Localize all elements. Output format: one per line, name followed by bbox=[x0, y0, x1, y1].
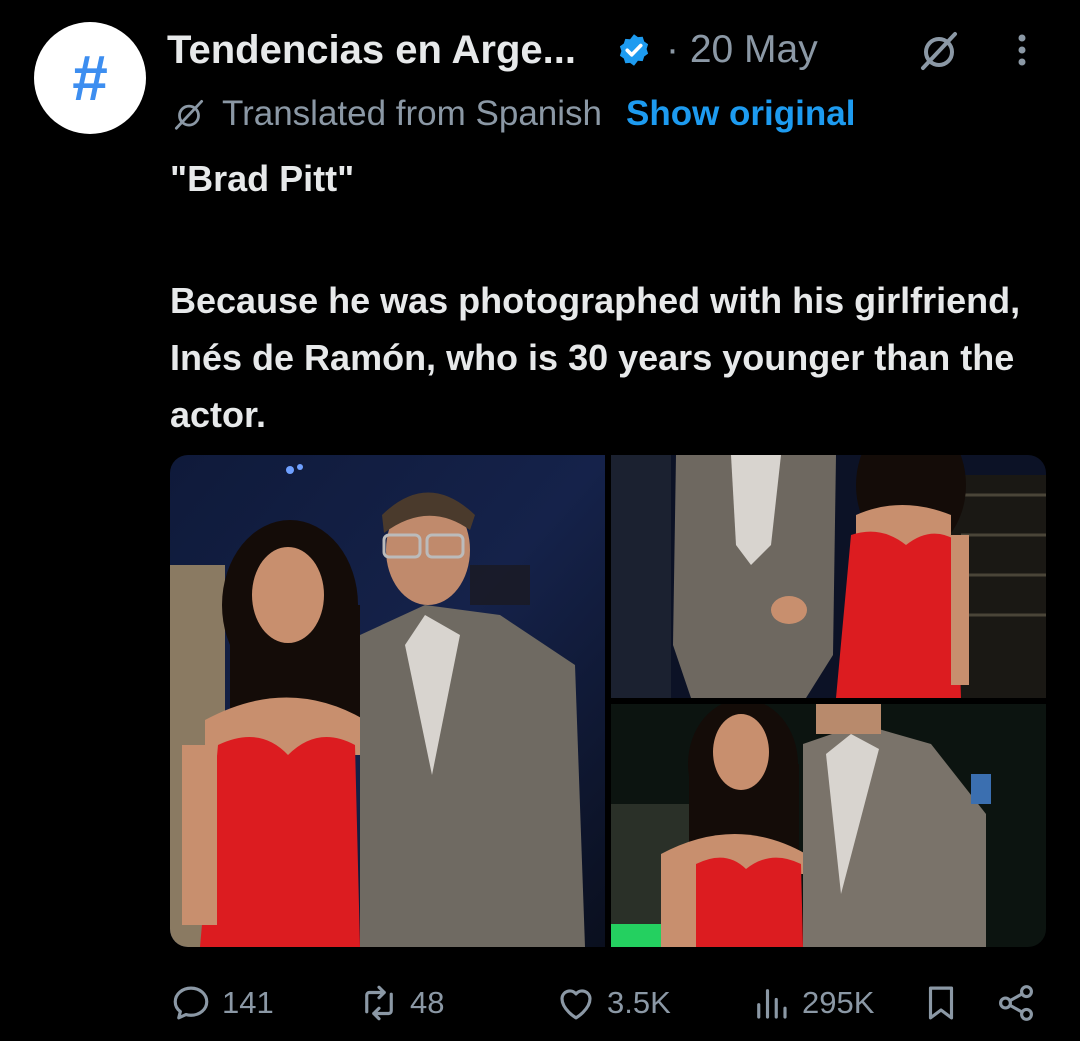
heart-icon bbox=[560, 989, 592, 1020]
author-name[interactable]: Tendencias en Arge... bbox=[167, 28, 576, 73]
more-options-icon[interactable] bbox=[1012, 30, 1032, 70]
translation-notice: Translated from Spanish Show original bbox=[170, 92, 855, 136]
repost-button[interactable]: 48 bbox=[358, 978, 444, 1028]
repost-count: 48 bbox=[410, 985, 445, 1020]
bookmark-icon bbox=[928, 986, 954, 1020]
action-bar: 141 48 3.5K 295K bbox=[170, 978, 1046, 1028]
post-text: Because he was photographed with his gir… bbox=[170, 280, 1021, 435]
like-count: 3.5K bbox=[607, 985, 671, 1020]
post-header: Tendencias en Arge... · 20 May bbox=[167, 22, 1047, 78]
media-grid bbox=[170, 455, 1046, 947]
author-avatar[interactable]: # bbox=[34, 22, 146, 134]
verified-badge-icon bbox=[619, 34, 649, 66]
views-chart-icon bbox=[757, 989, 787, 1019]
views-count: 295K bbox=[802, 985, 875, 1020]
share-icon bbox=[999, 985, 1033, 1021]
photo-couple-posing bbox=[611, 704, 1046, 947]
like-button[interactable]: 3.5K bbox=[555, 978, 671, 1028]
views-button[interactable]: 295K bbox=[750, 978, 874, 1028]
grok-icon[interactable] bbox=[915, 26, 963, 74]
photo-3[interactable] bbox=[611, 704, 1046, 947]
post-title: "Brad Pitt" bbox=[170, 158, 355, 199]
reply-icon bbox=[173, 986, 209, 1020]
hashtag-avatar-symbol: # bbox=[72, 42, 108, 114]
photo-couple-red-dress bbox=[170, 455, 605, 947]
bookmark-button[interactable] bbox=[920, 978, 962, 1028]
photo-walking-hand-in-hand bbox=[611, 455, 1046, 698]
translated-label: Translated from Spanish bbox=[222, 94, 602, 133]
post-date[interactable]: · 20 May bbox=[666, 28, 818, 72]
reply-button[interactable]: 141 bbox=[170, 978, 274, 1028]
translate-icon bbox=[174, 99, 204, 130]
photo-1[interactable] bbox=[170, 455, 605, 947]
reply-count: 141 bbox=[222, 985, 274, 1020]
share-button[interactable] bbox=[995, 978, 1037, 1028]
photo-2[interactable] bbox=[611, 455, 1046, 698]
repost-icon bbox=[365, 985, 393, 1021]
show-original-link[interactable]: Show original bbox=[626, 94, 855, 134]
